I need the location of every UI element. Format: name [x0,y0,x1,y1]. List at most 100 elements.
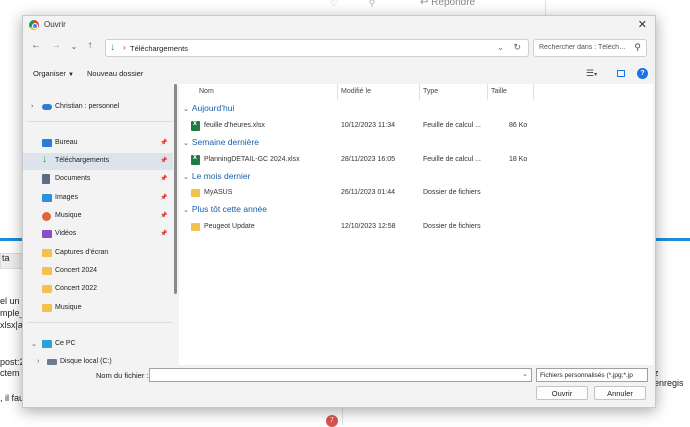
background-divider [342,406,343,425]
new-folder-button[interactable]: Nouveau dossier [87,69,143,78]
pictures-icon [42,194,52,202]
file-row[interactable]: feuille d'heures.xlsx 10/12/2023 11:34 F… [179,118,653,134]
chevron-down-icon: ⌄ [183,106,189,113]
sidebar-item-label: Concert 2022 [55,285,98,292]
sidebar-item-musique[interactable]: Musique 📌 [23,208,173,225]
search-input[interactable]: Rechercher dans : Téléchargements ⚲ [533,39,647,57]
sidebar-item-label: Téléchargements [55,157,110,164]
dialog-title: Ouvrir [44,20,66,29]
column-header-size[interactable]: Taille [491,88,507,95]
search-icon: ⚲ [634,42,641,52]
preview-pane-icon[interactable] [617,70,625,77]
sidebar-item-onedrive[interactable]: › Christian : personnel [23,99,173,116]
sidebar-item-concert-2022[interactable]: Concert 2022 [23,281,173,298]
file-row[interactable]: Peugeot Update 12/10/2023 12:58 Dossier … [179,219,653,235]
background-topbar: ♡ ⚲ ↩ Répondre [0,0,690,14]
background-text: post:2 [0,357,25,367]
background-text: z enregis [654,368,684,388]
sidebar-item-concert-2024[interactable]: Concert 2024 [23,263,173,280]
cloud-icon [42,104,52,110]
sidebar-item-label: Captures d’écran [55,249,109,256]
chevron-right-icon[interactable]: › [31,103,33,110]
pin-icon: 📌 [160,140,168,146]
sidebar-item-label: Concert 2024 [55,267,98,274]
group-header-last-week[interactable]: ⌄ Semaine dernière [183,137,259,147]
sidebar-item-label: Musique [55,304,82,311]
group-header-today[interactable]: ⌄ Aujourd’hui [183,103,234,113]
sidebar-item-documents[interactable]: Documents 📌 [23,171,173,188]
background-action-icons: ♡ ⚲ [330,0,390,8]
download-icon: ↓ [110,42,115,53]
sidebar-item-label: Bureau [55,139,78,146]
column-separator[interactable] [533,84,534,100]
command-toolbar: Organiser ▼ Nouveau dossier ☰▾ ? [23,64,655,84]
organize-menu-button[interactable]: Organiser ▼ [33,69,74,78]
excel-file-icon [191,154,200,165]
sidebar-item-images[interactable]: Images 📌 [23,190,173,207]
folder-icon [191,223,200,231]
sidebar-item-label: Disque local (C:) [60,358,112,365]
sidebar-item-captures[interactable]: Captures d’écran [23,245,173,262]
chevron-down-icon: ▼ [68,72,74,78]
close-icon[interactable]: ✕ [638,18,647,31]
file-size: 18 Ko [509,156,528,163]
column-separator[interactable] [419,84,420,100]
file-row[interactable]: PlanningDETAIL-GC 2024.xlsx 28/11/2023 1… [179,152,653,168]
folder-icon [42,285,52,293]
pin-icon: 📌 [160,213,168,219]
sidebar-item-label: Musique [55,212,82,219]
cancel-button[interactable]: Annuler [594,386,646,400]
chrome-icon [29,20,39,30]
address-bar[interactable]: ↓ › Téléchargements ⌄ ↻ [105,39,529,57]
chevron-right-icon[interactable]: › [37,358,39,365]
refresh-icon[interactable]: ↻ [513,42,521,53]
column-separator[interactable] [337,84,338,100]
background-reply-button[interactable]: ↩ Répondre [420,0,475,8]
file-type: Dossier de fichiers [423,189,481,196]
dialog-footer: Nom du fichier : ⌄ Fichiers personnalisé… [23,365,655,407]
pin-icon: 📌 [160,195,168,201]
recent-chevron-icon[interactable]: ⌄ [67,42,81,51]
search-placeholder: Rechercher dans : Téléchargements [539,44,629,51]
folder-icon [42,304,52,312]
group-header-earlier-this-year[interactable]: ⌄ Plus tôt cette année [183,204,267,214]
sidebar-item-bureau[interactable]: Bureau 📌 [23,135,173,152]
up-arrow-icon[interactable]: ↑ [83,40,97,51]
open-button[interactable]: Ouvrir [536,386,588,400]
sidebar-scrollbar[interactable] [174,84,177,294]
help-icon[interactable]: ? [637,68,648,79]
column-separator[interactable] [487,84,488,100]
download-icon: ↓ [42,154,47,165]
pin-icon: 📌 [160,176,168,182]
group-header-last-month[interactable]: ⌄ Le mois dernier [183,171,250,181]
sidebar-item-ce-pc[interactable]: ⌄ Ce PC [23,336,173,353]
breadcrumb-location[interactable]: Téléchargements [130,44,188,53]
sidebar-item-telechargements[interactable]: ↓ Téléchargements 📌 [23,153,173,170]
file-modified: 26/11/2023 01:44 [341,189,395,196]
file-modified: 10/12/2023 11:34 [341,122,395,129]
background-text: ta [2,253,10,263]
filename-input[interactable]: ⌄ [149,368,532,382]
column-header-modified[interactable]: Modifié le [341,88,371,95]
navigation-bar: ← → ⌄ ↑ ↓ › Téléchargements ⌄ ↻ Recherch… [23,36,655,62]
view-options-icon[interactable]: ☰▾ [586,68,597,79]
file-name: feuille d'heures.xlsx [204,122,265,129]
sidebar-item-label: Documents [55,175,91,182]
background-text: mple_ [0,308,25,318]
chevron-down-icon[interactable]: ⌄ [522,370,528,378]
forward-arrow-icon[interactable]: → [49,40,63,51]
sidebar-item-videos[interactable]: Vidéos 📌 [23,226,173,243]
file-row[interactable]: MyASUS 26/11/2023 01:44 Dossier de fichi… [179,185,653,201]
column-header-name[interactable]: Nom [199,88,214,95]
chevron-down-icon[interactable]: ⌄ [497,43,504,52]
chevron-down-icon[interactable]: ⌄ [31,340,37,348]
notification-badge[interactable]: 7 [326,415,338,427]
file-name: Peugeot Update [204,223,255,230]
sidebar-item-musique-folder[interactable]: Musique [23,300,173,317]
dialog-titlebar: Ouvrir ✕ [23,16,655,34]
file-type-filter-select[interactable]: Fichiers personnalisés (*.jpg;*.jp [536,368,648,382]
back-arrow-icon[interactable]: ← [29,40,43,51]
column-header-type[interactable]: Type [423,88,438,95]
excel-file-icon [191,120,200,131]
sidebar-divider [27,322,173,323]
